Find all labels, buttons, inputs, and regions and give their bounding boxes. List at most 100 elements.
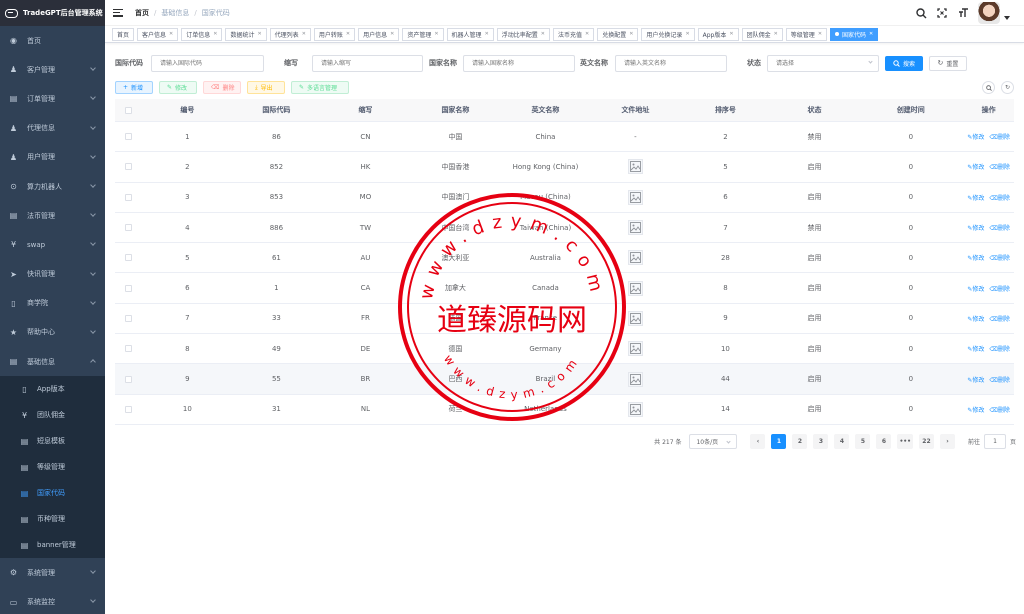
row-delete-button[interactable]: ⌫删除 bbox=[989, 253, 1010, 262]
image-icon[interactable] bbox=[627, 220, 643, 236]
close-icon[interactable]: ✕ bbox=[685, 31, 689, 37]
row-checkbox[interactable] bbox=[125, 254, 133, 262]
avatar[interactable] bbox=[978, 2, 1000, 24]
row-checkbox[interactable] bbox=[125, 133, 133, 141]
fullscreen-icon[interactable] bbox=[936, 7, 948, 19]
row-checkbox[interactable] bbox=[125, 224, 133, 232]
multilang-button[interactable]: ✎ 多语言管理 bbox=[291, 81, 349, 94]
close-icon[interactable]: ✕ bbox=[390, 31, 394, 37]
close-icon[interactable]: ✕ bbox=[541, 31, 545, 37]
intl-code-input[interactable] bbox=[151, 54, 264, 72]
table-row[interactable]: 10 31 NL 荷兰 Netherlands 14 启用 0 ✎修改 ⌫删除 bbox=[115, 395, 1014, 425]
tab-7[interactable]: 资产管理 ✕ bbox=[402, 27, 444, 41]
row-edit-button[interactable]: ✎修改 bbox=[967, 344, 984, 353]
sidebar-subitem-banner[interactable]: ▤ banner管理 bbox=[0, 532, 105, 558]
row-delete-button[interactable]: ⌫删除 bbox=[989, 223, 1010, 232]
tab-12[interactable]: 用户兑换记录 ✕ bbox=[641, 27, 695, 41]
sidebar-item-fiat[interactable]: ▤ 法币管理 bbox=[0, 201, 105, 230]
table-row[interactable]: 2 852 HK 中国香港 Hong Kong (China) 5 启用 0 ✎修改 ⌫删除 bbox=[115, 152, 1014, 183]
row-checkbox[interactable] bbox=[125, 284, 133, 292]
row-edit-button[interactable]: ✎修改 bbox=[967, 193, 984, 202]
row-edit-button[interactable]: ✎修改 bbox=[967, 223, 984, 232]
toggle-search-button[interactable] bbox=[982, 81, 995, 94]
column-header[interactable]: 状态 bbox=[770, 105, 858, 115]
image-icon[interactable] bbox=[627, 189, 643, 205]
row-edit-button[interactable]: ✎修改 bbox=[967, 284, 984, 293]
sidebar-item-order[interactable]: ▤ 订单管理 bbox=[0, 84, 105, 113]
tab-4[interactable]: 代理列表 ✕ bbox=[269, 27, 311, 41]
close-icon[interactable]: ✕ bbox=[213, 31, 217, 37]
reset-button[interactable]: ↻ 重置 bbox=[929, 55, 967, 71]
country-name-input[interactable] bbox=[463, 54, 575, 72]
row-delete-button[interactable]: ⌫删除 bbox=[989, 284, 1010, 293]
row-edit-button[interactable]: ✎修改 bbox=[967, 253, 984, 262]
close-icon[interactable]: ✕ bbox=[302, 31, 306, 37]
add-button[interactable]: + 新增 bbox=[115, 81, 153, 94]
row-checkbox[interactable] bbox=[125, 193, 133, 201]
row-delete-button[interactable]: ⌫删除 bbox=[989, 405, 1010, 414]
row-checkbox[interactable] bbox=[125, 163, 133, 171]
row-delete-button[interactable]: ⌫删除 bbox=[989, 375, 1010, 384]
table-row[interactable]: 8 49 DE 德国 Germany 10 启用 0 ✎修改 ⌫删除 bbox=[115, 334, 1014, 365]
close-icon[interactable]: ✕ bbox=[729, 31, 733, 37]
image-icon[interactable] bbox=[627, 159, 643, 175]
search-button[interactable]: 搜索 bbox=[885, 55, 923, 71]
row-checkbox[interactable] bbox=[125, 345, 133, 353]
table-row[interactable]: 1 86 CN 中国 China - 2 禁用 0 ✎修改 ⌫删除 bbox=[115, 122, 1014, 153]
page-button[interactable]: 2 bbox=[792, 434, 808, 449]
tab-10[interactable]: 法币充值 ✕ bbox=[552, 27, 595, 41]
tab-6[interactable]: 用户信息 ✕ bbox=[358, 27, 400, 41]
prev-page-button[interactable]: ‹ bbox=[750, 434, 766, 449]
close-icon[interactable]: ✕ bbox=[434, 31, 438, 37]
table-row[interactable]: 5 61 AU 澳大利亚 Australia 28 启用 0 ✎修改 ⌫删除 bbox=[115, 243, 1014, 274]
close-icon[interactable]: ✕ bbox=[169, 31, 173, 37]
page-button[interactable]: 1 bbox=[771, 434, 787, 449]
hamburger-icon[interactable] bbox=[113, 8, 123, 17]
close-icon[interactable]: ✕ bbox=[869, 31, 873, 37]
column-header[interactable]: 文件地址 bbox=[590, 105, 680, 115]
row-edit-button[interactable]: ✎修改 bbox=[967, 314, 984, 323]
next-page-button[interactable]: › bbox=[939, 434, 955, 449]
close-icon[interactable]: ✕ bbox=[774, 31, 778, 37]
table-row[interactable]: 7 33 FR 法国 France 9 启用 0 ✎修改 ⌫删除 bbox=[115, 304, 1014, 335]
page-size-select[interactable]: 10条/页 bbox=[689, 434, 738, 449]
tab-0[interactable]: 首页 bbox=[112, 27, 135, 41]
tab-13[interactable]: App版本 ✕ bbox=[697, 27, 739, 41]
table-row[interactable]: 3 853 MO 中国澳门 Macau (China) 6 启用 0 ✎修改 ⌫删除 bbox=[115, 183, 1014, 213]
sidebar-item-news[interactable]: ➤ 快讯管理 bbox=[0, 260, 105, 289]
page-button[interactable]: 6 bbox=[876, 434, 892, 449]
sidebar-item-people[interactable]: ♟ 用户管理 bbox=[0, 143, 105, 172]
image-icon[interactable] bbox=[627, 371, 643, 387]
page-button[interactable]: ••• bbox=[897, 434, 913, 449]
close-icon[interactable]: ✕ bbox=[585, 31, 589, 37]
row-delete-button[interactable]: ⌫删除 bbox=[989, 193, 1010, 202]
sidebar-item-dashboard[interactable]: ◉ 首页 bbox=[0, 26, 105, 55]
sidebar-subitem-sms[interactable]: ▤ 短息模板 bbox=[0, 428, 105, 454]
image-icon[interactable] bbox=[627, 310, 643, 326]
image-icon[interactable] bbox=[627, 401, 643, 417]
tab-11[interactable]: 兑换配置 ✕ bbox=[597, 27, 639, 41]
column-header[interactable]: 操作 bbox=[963, 105, 1014, 115]
tab-3[interactable]: 数据统计 ✕ bbox=[225, 27, 267, 41]
row-checkbox[interactable] bbox=[125, 405, 133, 413]
image-icon[interactable] bbox=[627, 280, 643, 296]
logo[interactable]: TradeGPT后台管理系统 bbox=[0, 0, 105, 26]
table-row[interactable]: 9 55 BR 巴西 Brazil 44 启用 0 ✎修改 ⌫删除 bbox=[115, 364, 1014, 395]
edit-button[interactable]: ✎ 修改 bbox=[159, 81, 197, 94]
tab-8[interactable]: 机器人管理 ✕ bbox=[446, 27, 494, 41]
tab-9[interactable]: 浮动比率配置 ✕ bbox=[496, 27, 550, 41]
select-all-checkbox[interactable] bbox=[125, 106, 133, 114]
close-icon[interactable]: ✕ bbox=[629, 31, 633, 37]
tab-14[interactable]: 团队佣金 ✕ bbox=[741, 27, 783, 41]
font-size-icon[interactable] bbox=[957, 7, 969, 19]
close-icon[interactable]: ✕ bbox=[485, 31, 489, 37]
sidebar-item-gear[interactable]: ⚙ 系统管理 bbox=[0, 558, 105, 587]
column-header[interactable]: 国家名称 bbox=[410, 105, 500, 115]
export-button[interactable]: ⤓ 导出 bbox=[247, 81, 285, 94]
sidebar-item-robot[interactable]: ⊙ 算力机器人 bbox=[0, 172, 105, 201]
row-edit-button[interactable]: ✎修改 bbox=[967, 132, 984, 141]
page-button[interactable]: 3 bbox=[813, 434, 829, 449]
tab-1[interactable]: 客户信息 ✕ bbox=[137, 27, 179, 41]
column-header[interactable]: 英文名称 bbox=[500, 105, 590, 115]
column-header[interactable]: 编号 bbox=[142, 105, 232, 115]
